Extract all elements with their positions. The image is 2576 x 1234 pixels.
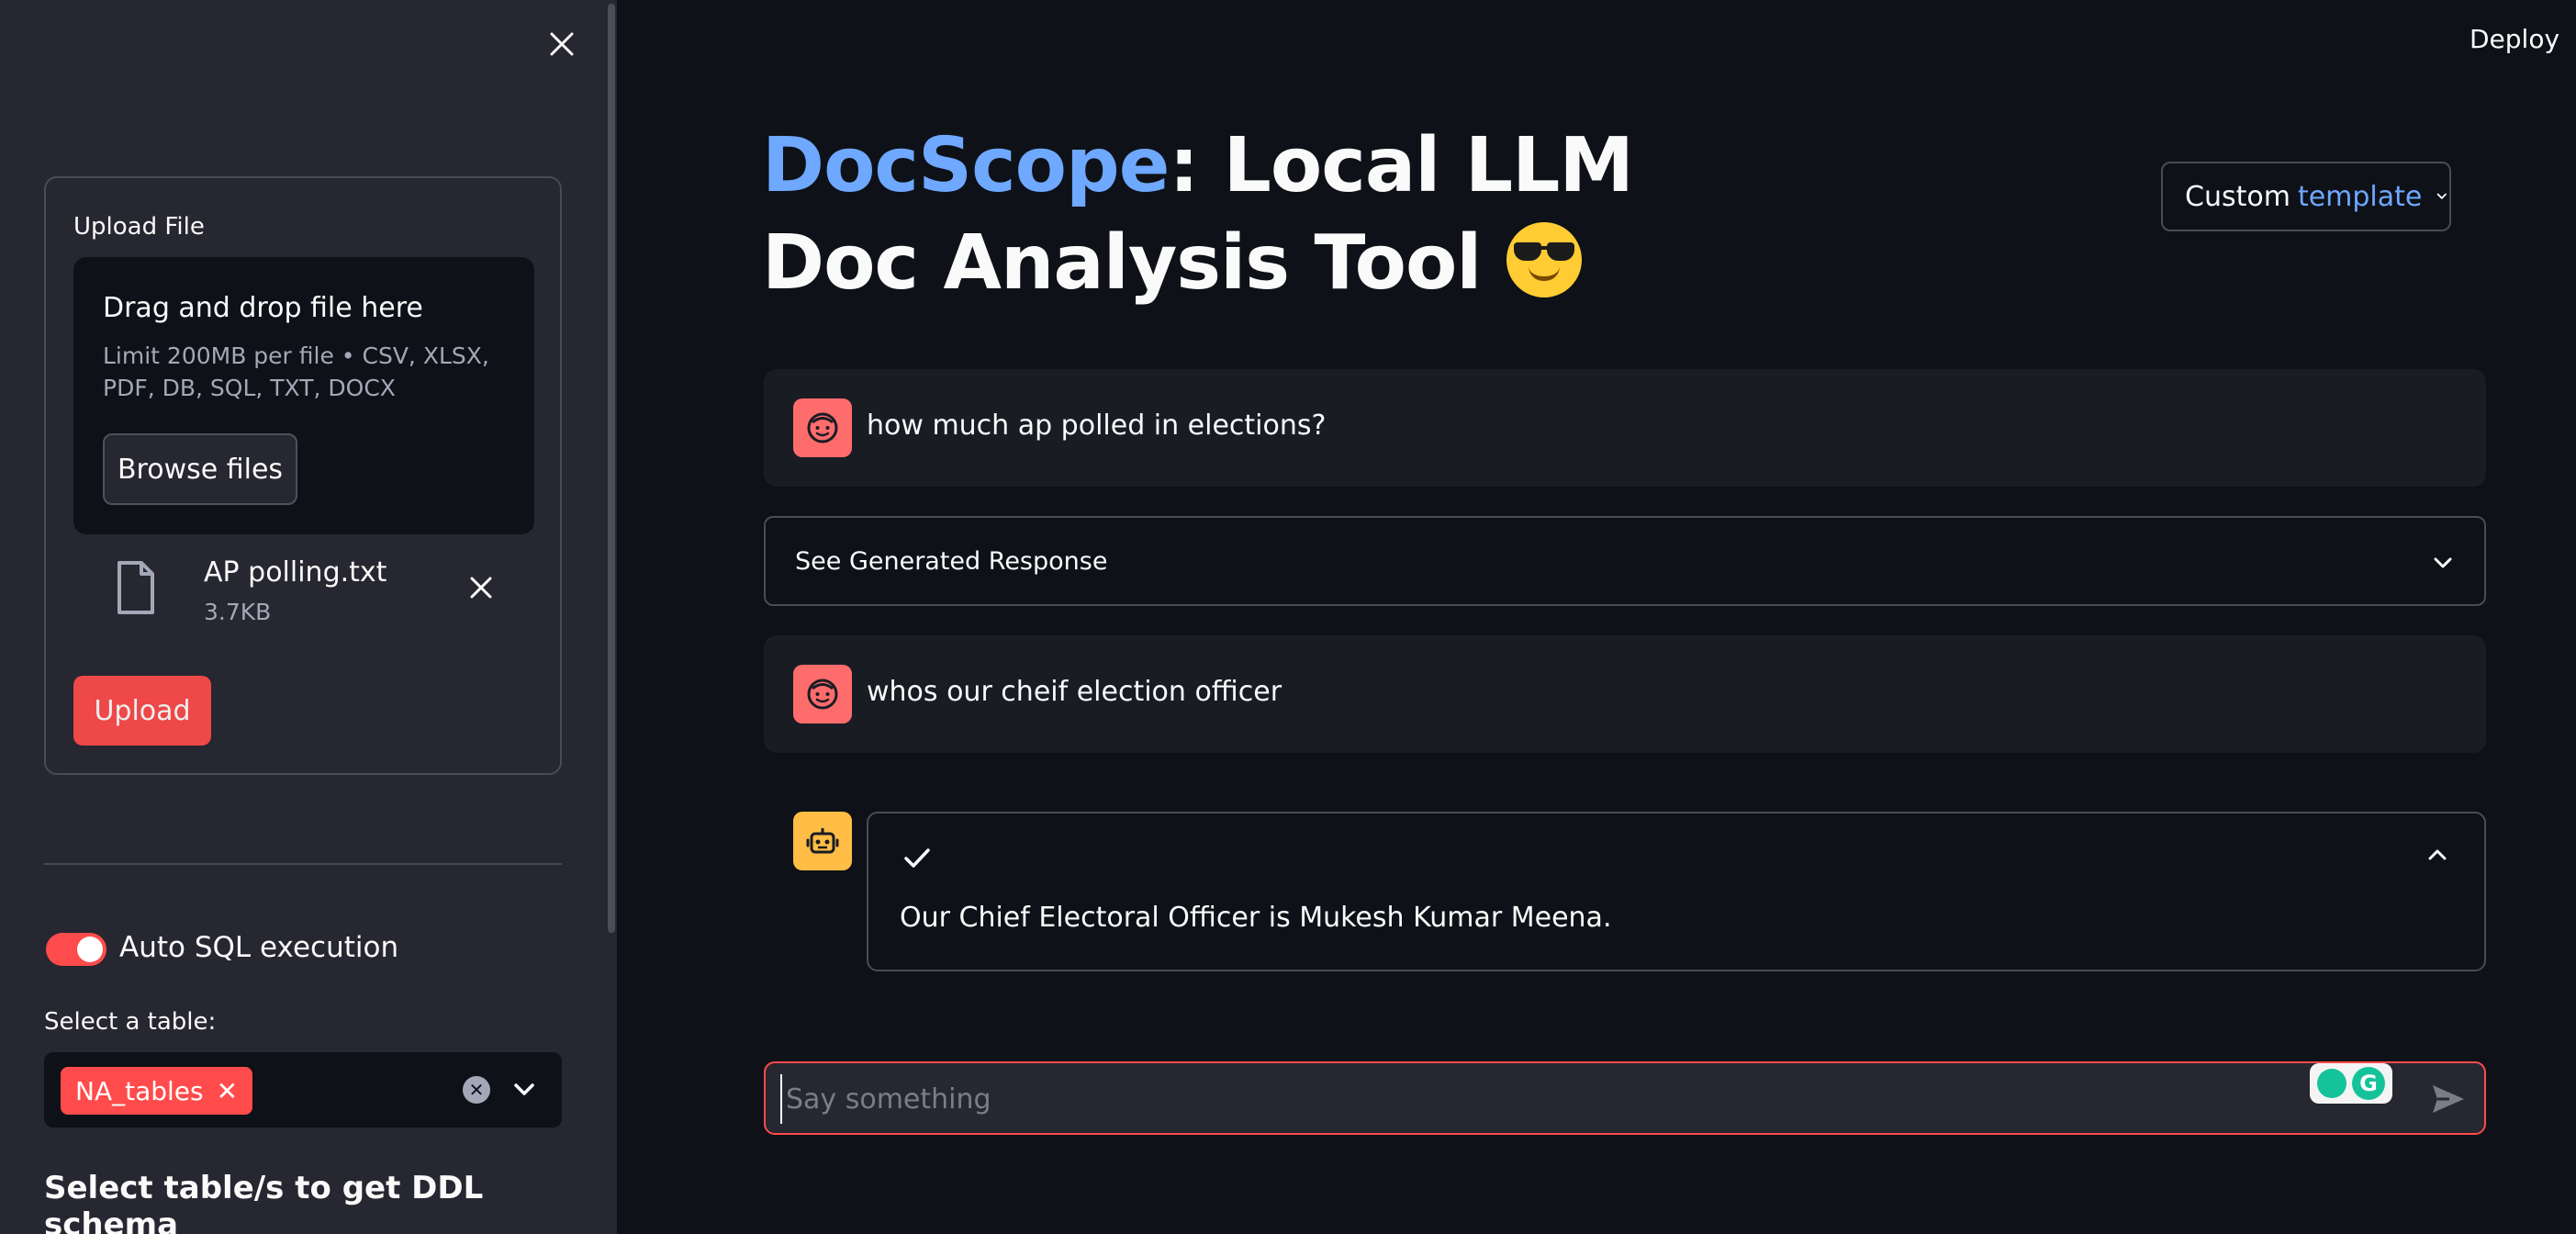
file-icon [118, 561, 154, 614]
deploy-button[interactable]: Deploy [2470, 24, 2559, 54]
lightbulb-icon [2317, 1069, 2346, 1098]
auto-sql-toggle[interactable] [46, 933, 106, 966]
selected-table-tag: NA_tables ✕ [61, 1067, 253, 1115]
send-icon[interactable] [2429, 1080, 2468, 1118]
user-avatar [793, 665, 852, 724]
assistant-avatar [793, 812, 852, 870]
page-title: DocScope: Local LLM Doc Analysis Tool [762, 118, 1772, 312]
close-sidebar-button[interactable] [540, 22, 584, 66]
auto-sql-label: Auto SQL execution [119, 931, 399, 964]
file-size: 3.7KB [204, 599, 272, 625]
expander-label: See Generated Response [795, 547, 1108, 576]
sunglasses-emoji-icon [1506, 222, 1582, 297]
user-avatar [793, 398, 852, 457]
user-message: whos our cheif election officer [764, 635, 2486, 753]
remove-tag-icon[interactable]: ✕ [217, 1076, 238, 1106]
title-accent: DocScope [762, 122, 1170, 209]
upload-button[interactable]: Upload [73, 676, 211, 746]
toggle-knob [77, 937, 103, 962]
generated-response-expander[interactable]: See Generated Response [764, 516, 2486, 606]
browse-files-button[interactable]: Browse files [103, 433, 297, 505]
check-icon [904, 848, 930, 868]
user-face-icon [807, 412, 838, 443]
table-multiselect[interactable]: NA_tables ✕ ✕ [44, 1052, 562, 1127]
chevron-down-icon [2434, 557, 2452, 568]
close-icon [470, 577, 492, 599]
chat-input[interactable] [780, 1074, 2286, 1124]
user-message: how much ap polled in elections? [764, 369, 2486, 487]
message-text: whos our cheif election officer [867, 676, 1282, 708]
file-dropzone[interactable]: Drag and drop file here Limit 200MB per … [73, 257, 534, 534]
sidebar-scrollbar[interactable] [606, 0, 617, 1234]
custom-template-dropdown[interactable]: Custom template [2161, 162, 2451, 231]
dropzone-title: Drag and drop file here [103, 292, 423, 324]
chat-input-container: G [764, 1061, 2486, 1135]
assistant-response: Our Chief Electoral Officer is Mukesh Ku… [867, 812, 2486, 971]
chevron-up-icon[interactable] [2424, 841, 2451, 869]
ddl-schema-heading: Select table/s to get DDL schema [44, 1170, 484, 1234]
clear-selection-icon[interactable]: ✕ [463, 1076, 490, 1104]
chevron-down-icon[interactable] [509, 1074, 540, 1105]
dropzone-limit-text: Limit 200MB per file • CSV, XLSX, PDF, D… [103, 342, 489, 401]
select-table-label: Select a table: [44, 1008, 217, 1036]
template-prefix: Custom [2185, 180, 2290, 213]
sidebar: Upload File Drag and drop file here Limi… [0, 0, 617, 1234]
tag-label: NA_tables [75, 1075, 204, 1106]
grammarly-icon: G [2352, 1067, 2385, 1100]
scrollbar-thumb[interactable] [608, 4, 615, 933]
file-uploader: Upload File Drag and drop file here Limi… [44, 176, 562, 775]
grammar-extension-badge[interactable]: G [2310, 1063, 2392, 1104]
close-icon [550, 32, 574, 56]
user-face-icon [807, 679, 838, 710]
remove-file-button[interactable] [459, 566, 503, 610]
uploaded-file-item: AP polling.txt 3.7KB [73, 555, 534, 637]
message-text: how much ap polled in elections? [867, 409, 1327, 442]
file-name: AP polling.txt [204, 556, 387, 589]
divider [44, 863, 562, 865]
chevron-down-icon [2437, 193, 2447, 199]
assistant-answer-text: Our Chief Electoral Officer is Mukesh Ku… [900, 902, 1612, 934]
template-accent: template [2297, 180, 2423, 213]
robot-icon [806, 828, 839, 854]
upload-file-label: Upload File [73, 213, 205, 241]
